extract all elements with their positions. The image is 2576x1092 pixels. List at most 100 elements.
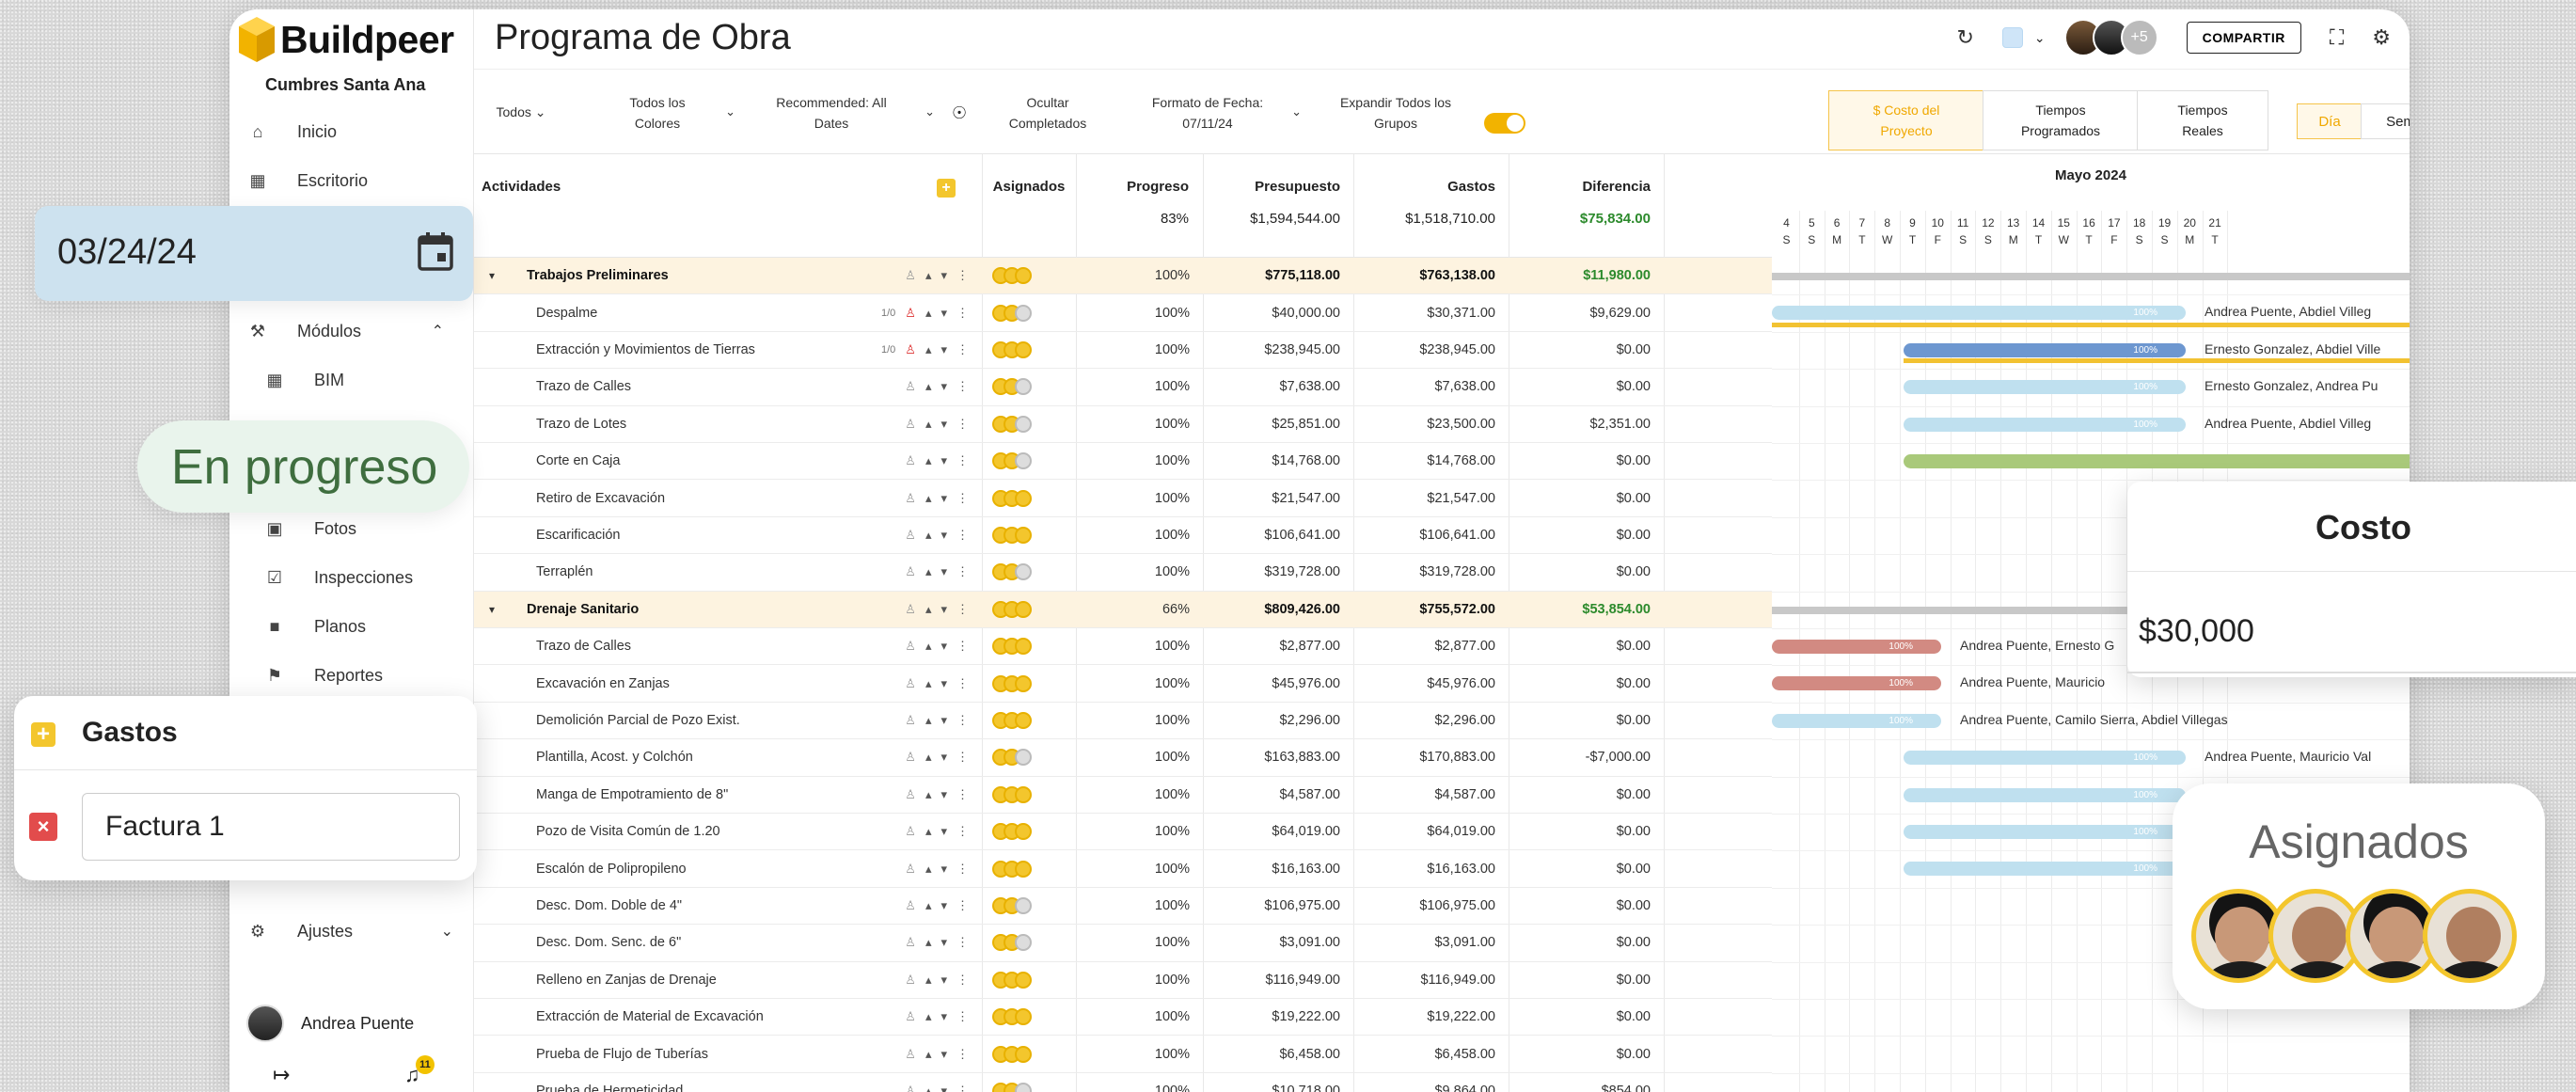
assigned-coins[interactable]: [968, 962, 1062, 998]
priority-icon[interactable]: ▴: [925, 935, 932, 950]
priority-icon[interactable]: ▴: [925, 1009, 932, 1024]
table-row[interactable]: Demolición Parcial de Pozo Exist. ♙ ▴ ▾ ⋮ 100…: [474, 703, 1772, 740]
eye-off-icon[interactable]: ☉: [952, 103, 967, 123]
table-row[interactable]: Desc. Dom. Doble de 4" ♙ ▴ ▾ ⋮ 100% $106,975.0…: [474, 888, 1772, 926]
chevron-down-icon[interactable]: ▾: [940, 602, 947, 617]
collapse-icon[interactable]: ▾: [489, 258, 495, 293]
priority-icon[interactable]: ▴: [925, 342, 932, 357]
priority-icon[interactable]: ▴: [925, 268, 932, 283]
assigned-coins[interactable]: [968, 925, 1062, 960]
priority-icon[interactable]: ▴: [925, 676, 932, 691]
gantt-bar[interactable]: 100%: [1772, 713, 1941, 728]
view-scheduled-button[interactable]: Tiempos Programados: [1983, 90, 2139, 150]
activity-name[interactable]: Extracción de Material de Excavación: [536, 999, 856, 1035]
add-activity-button[interactable]: +: [937, 179, 956, 198]
date-format-dropdown[interactable]: Formato de Fecha: 07/11/24 ⌄: [1132, 92, 1302, 134]
sidebar-item-ajustes[interactable]: ⚙ Ajustes ⌄: [246, 920, 453, 942]
recommended-dropdown[interactable]: Recommended: All Dates ⌄: [747, 92, 935, 134]
chevron-down-icon[interactable]: ▾: [940, 453, 947, 468]
view-day-button[interactable]: Día: [2297, 103, 2363, 139]
activity-name[interactable]: Despalme: [536, 294, 856, 330]
sidebar-item-bim[interactable]: ▦ BIM: [246, 369, 344, 391]
filter-all-dropdown[interactable]: Todos ⌄: [483, 102, 559, 122]
chevron-down-icon[interactable]: ▾: [940, 935, 947, 950]
collapse-icon[interactable]: ▾: [489, 592, 495, 627]
activity-name[interactable]: Escalón de Polipropileno: [536, 850, 856, 886]
add-expense-button[interactable]: +: [31, 722, 55, 747]
gantt-bar[interactable]: 100%: [1904, 787, 2186, 802]
fullscreen-icon[interactable]: ⛶: [2330, 25, 2344, 50]
table-row[interactable]: Trazo de Calles ♙ ▴ ▾ ⋮ 100% $2,877.00 $2,877.0…: [474, 628, 1772, 666]
gantt-bar[interactable]: 100%: [1772, 640, 1941, 654]
activity-name[interactable]: Manga de Empotramiento de 8": [536, 777, 856, 813]
activity-name[interactable]: Excavación en Zanjas: [536, 665, 856, 701]
logout-icon[interactable]: ↦: [273, 1063, 290, 1087]
activity-name[interactable]: Desc. Dom. Senc. de 6": [536, 925, 856, 960]
gantt-bar[interactable]: 100%: [1904, 825, 2186, 839]
colors-dropdown[interactable]: Todos los Colores ⌄: [587, 92, 735, 134]
chevron-down-icon[interactable]: ▾: [940, 306, 947, 321]
activity-name[interactable]: Retiro de Excavación: [536, 480, 856, 515]
table-row[interactable]: Plantilla, Acost. y Colchón ♙ ▴ ▾ ⋮ 100% $163,…: [474, 739, 1772, 777]
calendar-icon[interactable]: [417, 230, 454, 272]
activity-name[interactable]: Extracción y Movimientos de Tierras: [536, 332, 856, 368]
priority-icon[interactable]: ▴: [925, 898, 932, 913]
gantt-bar[interactable]: [1904, 454, 2410, 468]
chevron-down-icon[interactable]: ▾: [940, 1047, 947, 1062]
table-row[interactable]: Extracción y Movimientos de Tierras 1/0 ♙ ▴…: [474, 332, 1772, 370]
gantt-bar[interactable]: 100%: [1904, 342, 2186, 357]
assigned-coins[interactable]: [968, 1036, 1062, 1071]
table-row[interactable]: Despalme 1/0 ♙ ▴ ▾ ⋮ 100% $40,000.00 $30,371.00 $…: [474, 294, 1772, 332]
cost-value[interactable]: $30,000: [2139, 613, 2254, 650]
assigned-coins[interactable]: [968, 592, 1062, 627]
chevron-down-icon[interactable]: ▾: [940, 973, 947, 988]
gantt-bar[interactable]: [1772, 273, 2410, 280]
table-row[interactable]: Manga de Empotramiento de 8" ♙ ▴ ▾ ⋮ 100% $4,5…: [474, 777, 1772, 814]
sidebar-item-inspecciones[interactable]: ☑ Inspecciones: [246, 566, 413, 589]
activity-name[interactable]: Trazo de Calles: [536, 369, 856, 404]
sidebar-item-inicio[interactable]: ⌂ Inicio: [246, 120, 337, 143]
priority-icon[interactable]: ▴: [925, 862, 932, 877]
sidebar-item-modulos[interactable]: ⚒ Módulos ⌃: [246, 320, 444, 342]
assigned-coins[interactable]: [968, 628, 1062, 664]
activity-name[interactable]: Corte en Caja: [536, 443, 856, 479]
table-row[interactable]: Excavación en Zanjas ♙ ▴ ▾ ⋮ 100% $45,976.00 $4…: [474, 665, 1772, 703]
priority-icon[interactable]: ▴: [925, 639, 932, 654]
assigned-coins[interactable]: [968, 517, 1062, 553]
priority-icon[interactable]: ▴: [925, 453, 932, 468]
priority-icon[interactable]: ▴: [925, 528, 932, 543]
chevron-down-icon[interactable]: ▾: [940, 564, 947, 579]
expand-groups-toggle[interactable]: [1484, 113, 1525, 134]
assigned-coins[interactable]: [968, 332, 1062, 368]
assigned-coins[interactable]: [968, 554, 1062, 590]
table-row[interactable]: Escarificación ♙ ▴ ▾ ⋮ 100% $106,641.00 $106,64…: [474, 517, 1772, 555]
project-name[interactable]: Cumbres Santa Ana: [265, 75, 425, 95]
chevron-down-icon[interactable]: ▾: [940, 1009, 947, 1024]
collaborator-avatars[interactable]: +5: [2063, 19, 2158, 56]
chevron-down-icon[interactable]: ▾: [940, 898, 947, 913]
priority-icon[interactable]: ▴: [925, 602, 932, 617]
assigned-coins[interactable]: [968, 665, 1062, 701]
activity-name[interactable]: Terraplén: [536, 554, 856, 590]
priority-icon[interactable]: ▴: [925, 306, 932, 321]
priority-icon[interactable]: ▴: [925, 564, 932, 579]
activity-name[interactable]: Prueba de Hermeticidad: [536, 1073, 856, 1092]
sidebar-item-reportes[interactable]: ⚑ Reportes: [246, 664, 383, 687]
activity-name[interactable]: Trazo de Lotes: [536, 406, 856, 442]
sidebar-item-planos[interactable]: ■ Planos: [246, 615, 366, 638]
invoice-input[interactable]: Factura 1: [82, 793, 460, 861]
assigned-coins[interactable]: [968, 888, 1062, 924]
gantt-bar[interactable]: 100%: [1772, 676, 1941, 691]
chevron-down-icon[interactable]: ▾: [940, 639, 947, 654]
assigned-coins[interactable]: [968, 777, 1062, 813]
chevron-down-icon[interactable]: ▾: [940, 1084, 947, 1092]
table-row[interactable]: Prueba de Flujo de Tuberías ♙ ▴ ▾ ⋮ 100% $6,45…: [474, 1036, 1772, 1073]
table-row[interactable]: Corte en Caja ♙ ▴ ▾ ⋮ 100% $14,768.00 $14,768.0…: [474, 443, 1772, 481]
color-picker[interactable]: ⌄: [2001, 27, 2046, 48]
status-chip[interactable]: En progreso: [137, 420, 469, 513]
priority-icon[interactable]: ▴: [925, 1047, 932, 1062]
gantt-bar[interactable]: 100%: [1904, 417, 2186, 432]
gantt-bar[interactable]: 100%: [1772, 306, 2186, 321]
priority-icon[interactable]: ▴: [925, 713, 932, 728]
chevron-down-icon[interactable]: ▾: [940, 268, 947, 283]
